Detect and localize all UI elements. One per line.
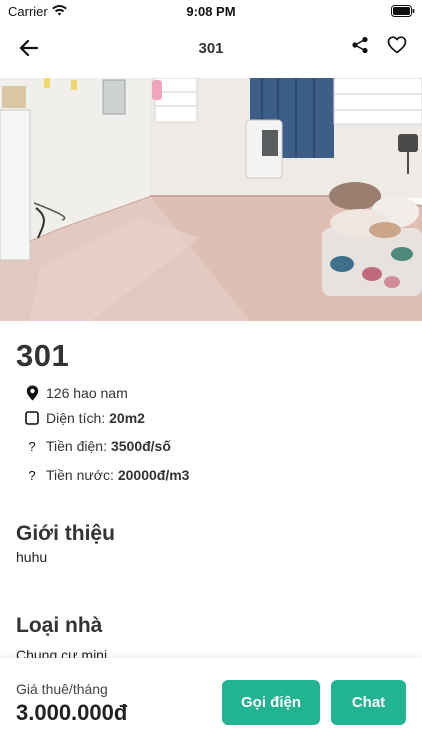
area-label: Diện tích: (46, 410, 106, 426)
question-icon: ? (28, 438, 36, 454)
water-value: 20000đ/m3 (117, 467, 190, 483)
house-type-title: Loại nhà (16, 614, 103, 637)
status-time: 9:08 PM (186, 4, 236, 19)
intro-title: Giới thiệu (16, 522, 115, 545)
electric-value: 3500đ/số (110, 438, 171, 454)
intro-text: huhu (16, 549, 48, 565)
heart-icon[interactable] (387, 35, 407, 55)
square-icon (24, 410, 40, 426)
water-row: ? Tiền nước: 20000đ/m3 (24, 465, 189, 485)
water-label: Tiền nước: (46, 467, 114, 483)
price-value: 3.000.000đ (16, 700, 128, 725)
nav-bar: 301 (0, 26, 422, 72)
status-bar: Carrier 9:08 PM (0, 0, 422, 24)
room-title: 301 (16, 338, 70, 373)
area-value: 20m2 (109, 410, 145, 426)
question-icon: ? (28, 467, 36, 483)
bottom-bar: Giá thuê/tháng 3.000.000đ Gọi điện Chat (0, 658, 422, 750)
address-text: 126 hao nam (46, 385, 128, 401)
map-pin-icon (24, 385, 40, 401)
chat-button[interactable]: Chat (331, 680, 406, 725)
battery-icon (391, 5, 415, 17)
electric-row: ? Tiền điện: 3500đ/số (24, 436, 171, 456)
area-row: Diện tích: 20m2 (24, 408, 145, 428)
share-icon[interactable] (351, 36, 369, 54)
electric-label: Tiền điện: (46, 438, 107, 454)
price-label: Giá thuê/tháng (16, 681, 108, 697)
address-row: 126 hao nam (24, 383, 128, 403)
room-photo (0, 78, 422, 321)
call-button[interactable]: Gọi điện (222, 680, 320, 725)
